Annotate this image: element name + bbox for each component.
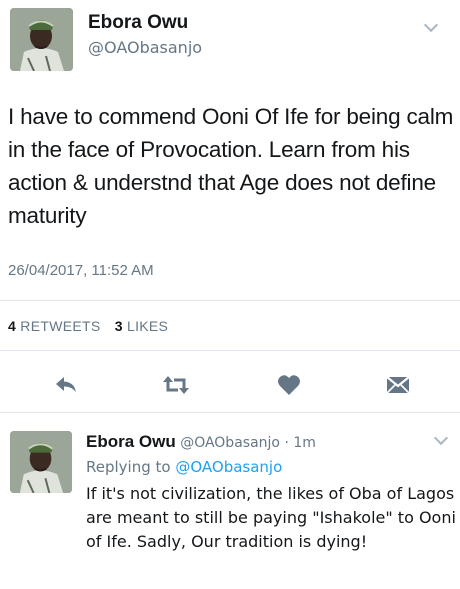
reply-button[interactable]	[52, 373, 80, 397]
avatar-portrait-icon	[10, 431, 72, 493]
reply-text: If it's not civilization, the likes of O…	[86, 484, 456, 551]
author-name[interactable]: Ebora Owu	[88, 12, 188, 34]
author-name[interactable]: Ebora Owu	[86, 432, 176, 451]
chevron-down-icon[interactable]	[423, 17, 439, 33]
envelope-icon	[386, 376, 410, 394]
tweet-time-ago[interactable]: 1m	[293, 435, 316, 451]
avatar[interactable]	[10, 8, 73, 71]
avatar[interactable]	[10, 431, 72, 493]
like-button[interactable]	[275, 373, 303, 397]
author-handle[interactable]: @OAObasanjo	[180, 435, 280, 451]
main-tweet: Ebora Owu @OAObasanjo I have to commend …	[0, 0, 460, 412]
retweets-count: 4	[8, 318, 17, 334]
meta-separator: ·	[284, 435, 289, 451]
avatar-portrait-icon	[10, 8, 73, 71]
retweet-icon	[163, 376, 189, 394]
tweet-stats: 4 RETWEETS 3 LIKES	[8, 318, 178, 334]
author-handle[interactable]: @OAObasanjo	[88, 38, 202, 57]
divider	[0, 300, 460, 301]
tweet-text: I have to commend Ooni Of Ife for being …	[8, 104, 454, 228]
likes-label: LIKES	[126, 318, 169, 334]
reply-icon	[56, 377, 76, 392]
retweets-label: RETWEETS	[20, 318, 101, 334]
chevron-down-icon[interactable]	[433, 430, 449, 446]
retweet-button[interactable]	[162, 373, 190, 397]
heart-icon	[278, 375, 300, 395]
divider	[0, 412, 460, 413]
replying-prefix: Replying to	[86, 458, 171, 476]
reply-header: Ebora Owu @OAObasanjo · 1m	[86, 432, 316, 452]
divider	[0, 350, 460, 351]
likes-stat[interactable]: 3 LIKES	[115, 318, 169, 334]
retweets-stat[interactable]: 4 RETWEETS	[8, 318, 100, 334]
likes-count: 3	[114, 318, 123, 334]
tweet-timestamp[interactable]: 26/04/2017, 11:52 AM	[8, 262, 154, 279]
direct-message-button[interactable]	[384, 373, 412, 397]
replying-to: Replying to @OAObasanjo	[86, 458, 282, 476]
replying-to-link[interactable]: @OAObasanjo	[175, 458, 282, 476]
